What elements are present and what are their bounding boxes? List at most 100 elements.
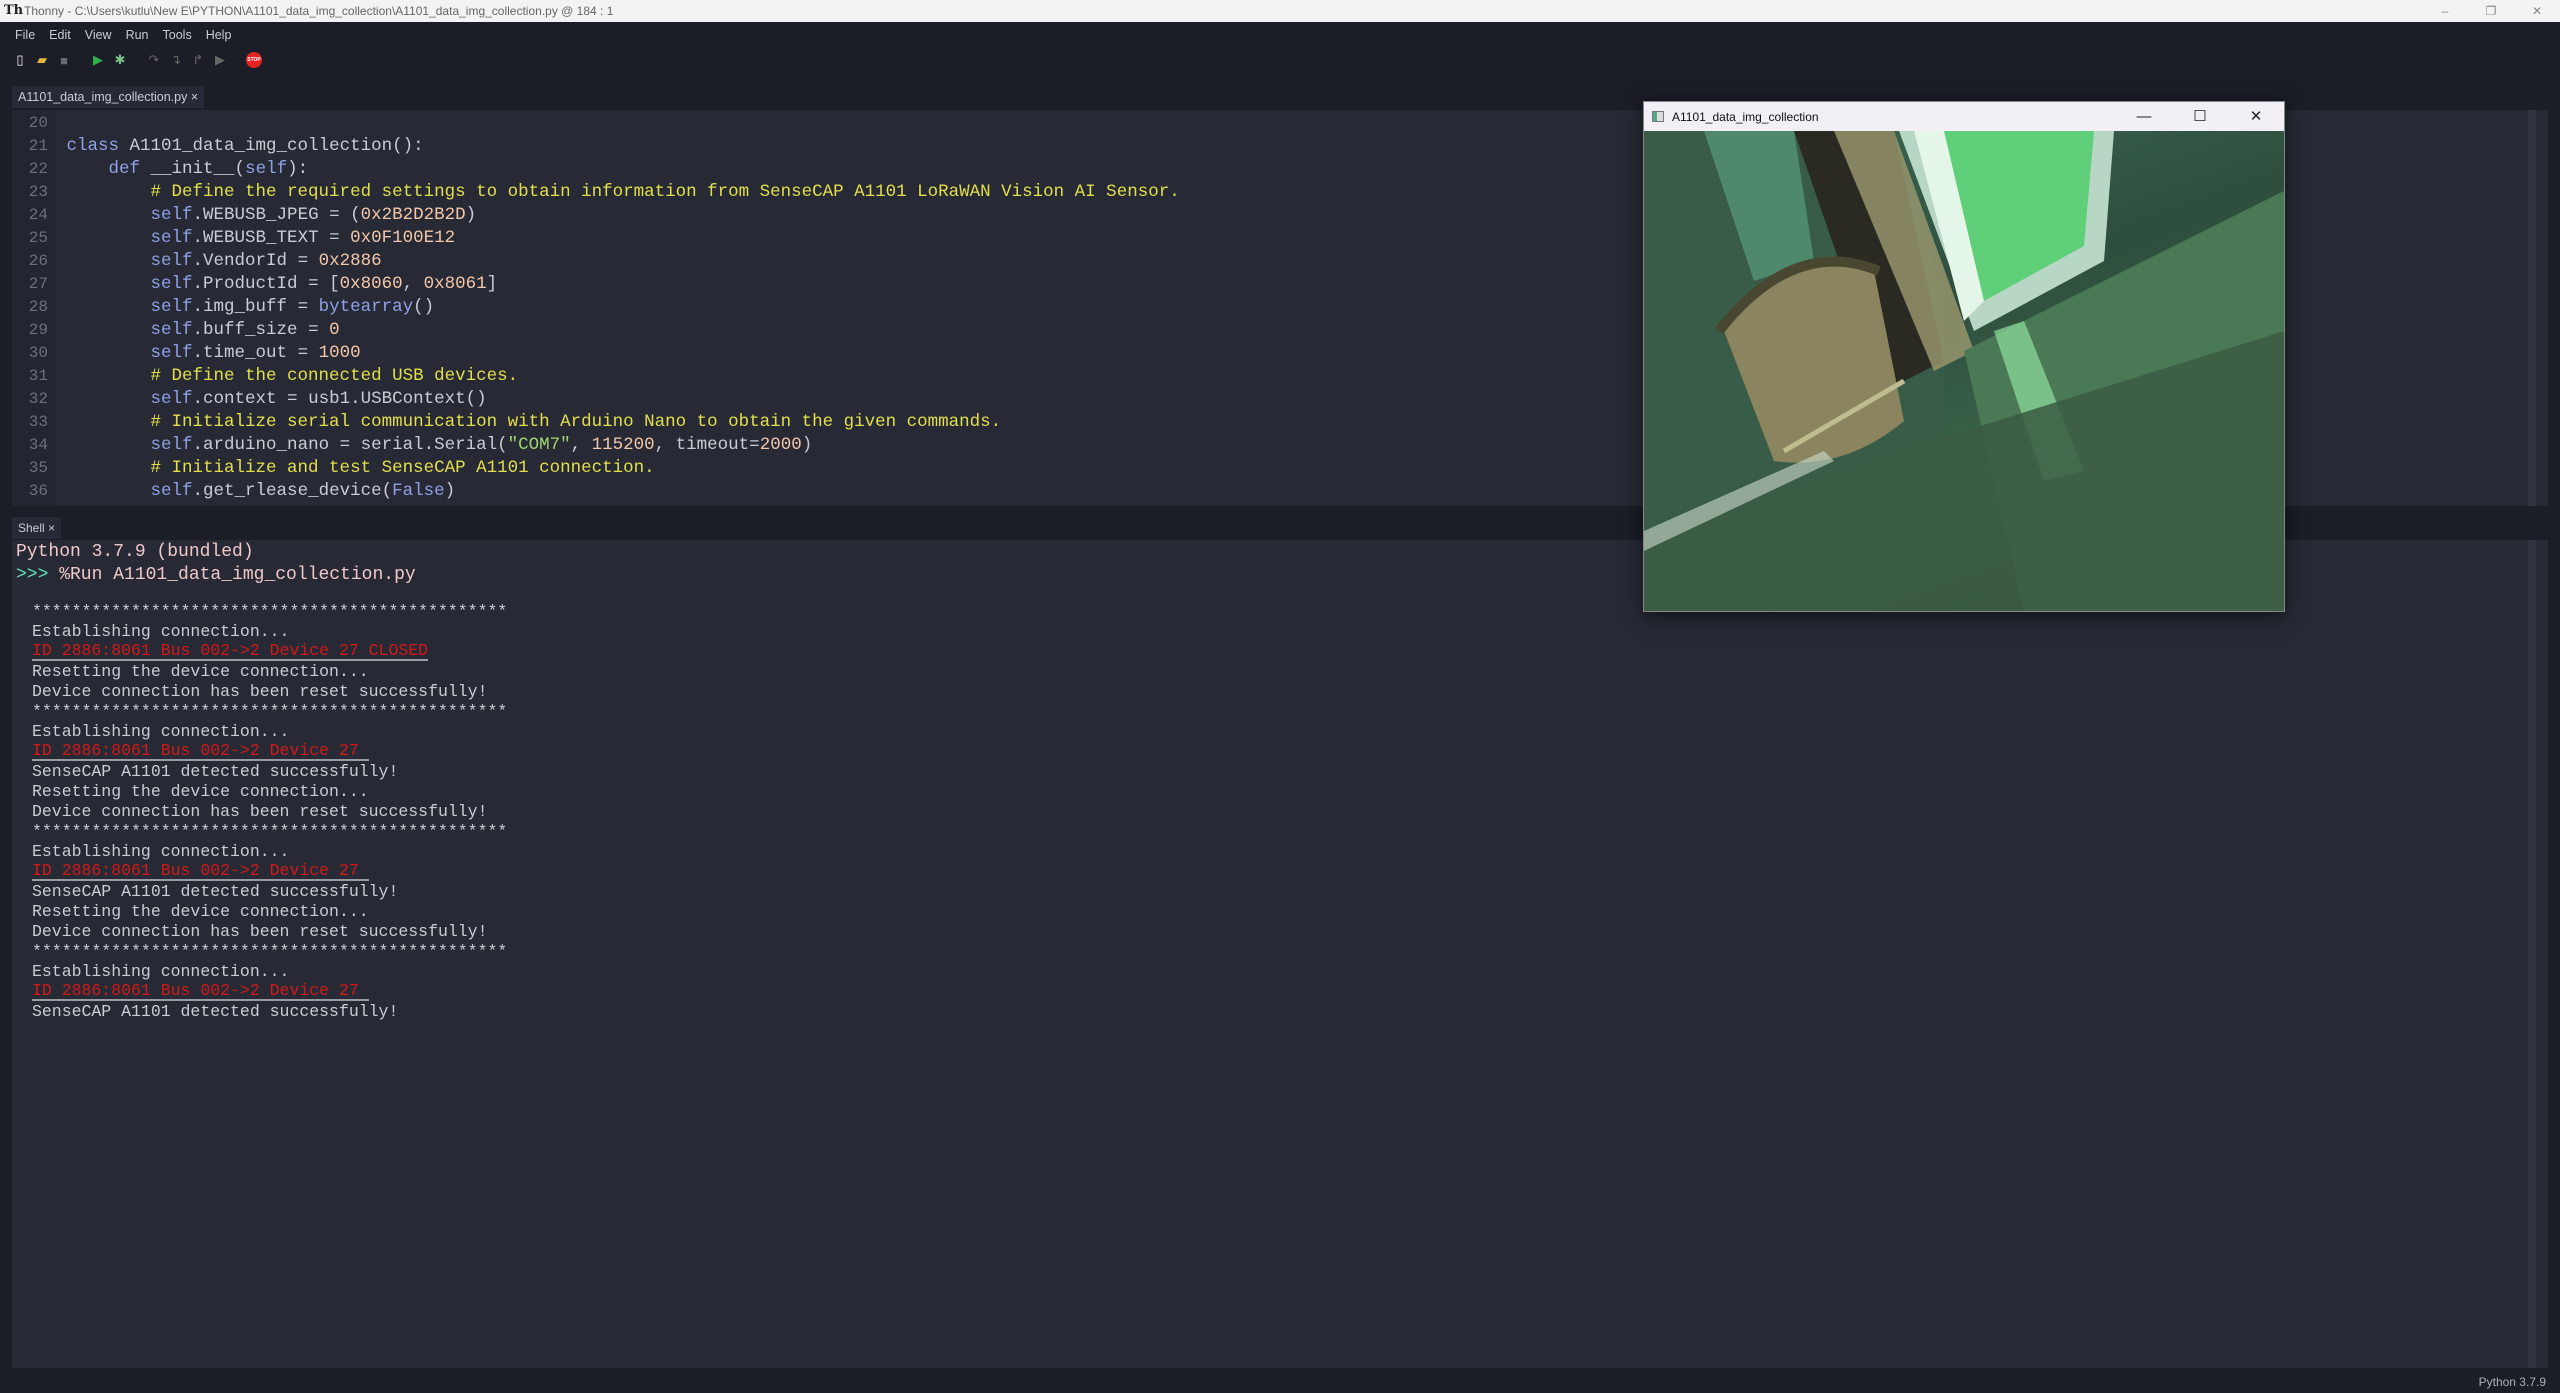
code-line: 31 # Define the connected USB devices.: [12, 365, 518, 388]
run-icon[interactable]: ▶: [90, 52, 106, 68]
shell-output-line: Resetting the device connection...: [32, 902, 369, 921]
tab-label: Shell: [18, 521, 45, 535]
editor-scrollbar[interactable]: [2528, 110, 2536, 506]
code-token: 0x8060: [339, 274, 403, 294]
code-token: .buff_size =: [192, 320, 330, 340]
code-token: .img_buff =: [192, 297, 319, 317]
code-token: ,: [570, 435, 592, 455]
menu-run[interactable]: Run: [119, 24, 156, 46]
open-folder-icon[interactable]: ▰: [34, 52, 50, 68]
shell-output-line: Device connection has been reset success…: [32, 922, 488, 941]
line-number: 20: [28, 114, 48, 132]
line-number: 25: [28, 229, 48, 247]
code-token: .WEBUSB_TEXT =: [192, 228, 351, 248]
shell-command: %Run A1101_data_img_collection.py: [48, 565, 416, 585]
code-token: self: [150, 297, 193, 317]
code-line: 27 self.ProductId = [0x8060, 0x8061]: [12, 273, 497, 296]
code-token: ]: [486, 274, 498, 294]
code-line: 36 self.get_rlease_device(False): [12, 480, 455, 503]
minimize-button[interactable]: –: [2422, 0, 2468, 22]
tab-shell[interactable]: Shell ×: [12, 517, 62, 539]
code-line: 32 self.context = usb1.USBContext(): [12, 388, 487, 411]
code-token: self: [150, 343, 193, 363]
shell-error-line: ID 2886:8061 Bus 002->2 Device 27: [32, 861, 369, 881]
code-token: 0x2886: [318, 251, 382, 271]
code-token: ,: [402, 274, 424, 294]
menu-tools[interactable]: Tools: [156, 24, 199, 46]
camera-minimize-button[interactable]: —: [2116, 102, 2172, 131]
shell-error-line: ID 2886:8061 Bus 002->2 Device 27: [32, 981, 369, 1001]
stop-icon[interactable]: STOP: [246, 52, 262, 68]
shell-output-line: Device connection has been reset success…: [32, 802, 488, 821]
menu-view[interactable]: View: [78, 24, 119, 46]
save-icon[interactable]: ■: [56, 52, 72, 68]
code-token: ): [444, 481, 456, 501]
code-line: 20: [12, 112, 67, 135]
code-token: self: [150, 251, 193, 271]
tab-editor-file[interactable]: A1101_data_img_collection.py ×: [12, 86, 205, 108]
code-token: def: [108, 159, 141, 179]
line-number: 27: [28, 275, 48, 293]
shell-header: Python 3.7.9 (bundled): [16, 542, 254, 562]
shell-output-line: Establishing connection...: [32, 842, 290, 861]
line-number: 24: [28, 206, 48, 224]
code-line: 34 self.arduino_nano = serial.Serial("CO…: [12, 434, 812, 457]
code-line: 29 self.buff_size = 0: [12, 319, 340, 342]
line-number: 21: [28, 137, 48, 155]
menu-help[interactable]: Help: [199, 24, 239, 46]
shell-output-line: Resetting the device connection...: [32, 662, 369, 681]
interpreter-status[interactable]: Python 3.7.9: [2479, 1375, 2546, 1389]
tab-label: A1101_data_img_collection.py: [18, 90, 188, 104]
maximize-button[interactable]: ❐: [2468, 0, 2514, 22]
code-token: 0x8061: [423, 274, 487, 294]
close-button[interactable]: ✕: [2514, 0, 2560, 22]
code-line: 24 self.WEBUSB_JPEG = (0x2B2D2B2D): [12, 204, 476, 227]
code-token: .get_rlease_device(: [192, 481, 393, 501]
new-file-icon[interactable]: ▯: [12, 52, 28, 68]
code-token: 115200: [591, 435, 655, 455]
camera-maximize-button[interactable]: ☐: [2172, 102, 2228, 131]
code-token: # Initialize and test SenseCAP A1101 con…: [150, 458, 655, 478]
code-token: ): [465, 205, 477, 225]
line-number: 33: [28, 413, 48, 431]
code-token: # Define the required settings to obtain…: [150, 182, 1180, 202]
shell-output-line: ****************************************…: [32, 822, 508, 841]
menu-file[interactable]: File: [8, 24, 42, 46]
code-token: self: [150, 274, 193, 294]
line-number: 36: [28, 482, 48, 500]
thonny-logo-icon: Th: [4, 3, 24, 18]
shell-scrollbar[interactable]: [2528, 540, 2536, 1368]
step-over-icon[interactable]: ↷: [146, 52, 162, 68]
code-token: 0: [329, 320, 340, 340]
step-into-icon[interactable]: ↴: [168, 52, 184, 68]
menu-edit[interactable]: Edit: [42, 24, 78, 46]
line-number: 26: [28, 252, 48, 270]
code-token: self: [150, 481, 193, 501]
tab-close-icon[interactable]: ×: [48, 521, 55, 535]
code-token: self: [150, 435, 193, 455]
shell-output-line: Establishing connection...: [32, 722, 290, 741]
code-line: 35 # Initialize and test SenseCAP A1101 …: [12, 457, 655, 480]
code-token: self: [150, 389, 193, 409]
debug-icon[interactable]: ✱: [112, 52, 128, 68]
code-token: 1000: [318, 343, 361, 363]
resume-icon[interactable]: ▶: [212, 52, 228, 68]
code-token: class: [66, 136, 120, 156]
shell-output-line: SenseCAP A1101 detected successfully!: [32, 1002, 399, 1021]
shell-output-line: Establishing connection...: [32, 622, 290, 641]
code-token: bytearray: [318, 297, 414, 317]
code-token: __init__(: [140, 159, 246, 179]
step-out-icon[interactable]: ↱: [190, 52, 206, 68]
camera-close-button[interactable]: ✕: [2228, 102, 2284, 131]
shell-panel[interactable]: Python 3.7.9 (bundled) >>> %Run A1101_da…: [12, 540, 2548, 1368]
tab-close-icon[interactable]: ×: [191, 90, 198, 104]
code-line: 21 class A1101_data_img_collection():: [12, 135, 424, 158]
